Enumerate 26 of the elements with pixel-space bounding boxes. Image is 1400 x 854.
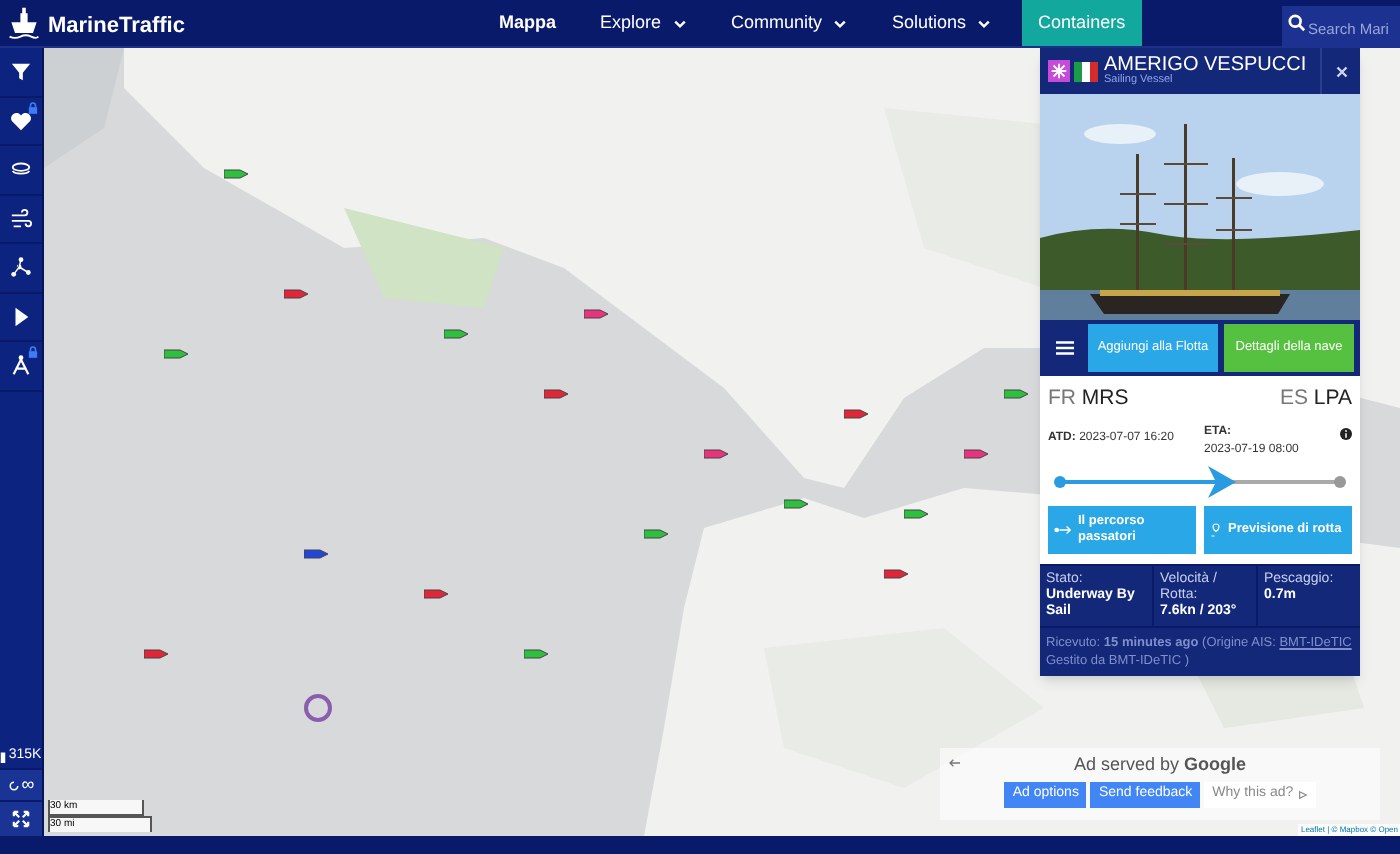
caret-icon (671, 15, 687, 31)
search-icon (1288, 13, 1306, 31)
wind-icon (10, 207, 32, 230)
nav-link[interactable]: Community (709, 0, 871, 46)
filter-icon (10, 60, 32, 83)
nav-link[interactable]: Solutions (870, 0, 1015, 46)
lock-icon (28, 346, 38, 358)
lock-icon (28, 101, 38, 113)
caret-icon (832, 15, 849, 31)
play-icon (10, 305, 32, 328)
nav-link[interactable]: Mappa (476, 0, 578, 46)
network-icon (10, 256, 32, 279)
fullscreen-button[interactable] (0, 800, 42, 836)
nav-link[interactable]: Containers (1022, 0, 1142, 46)
caret-icon (976, 15, 993, 31)
sidebar-tool-button[interactable] (0, 97, 42, 146)
logo-text[interactable]: MarineTraffic (48, 10, 185, 44)
battery-icon (0, 749, 7, 763)
logo-icon[interactable] (6, 5, 42, 41)
loop-button[interactable]: ∞ (0, 768, 42, 800)
refresh-icon (7, 779, 20, 791)
nav-link[interactable]: Explore (577, 0, 709, 46)
sidebar-tool-button[interactable] (0, 342, 42, 391)
heart-icon (10, 109, 32, 132)
compass-icon (10, 354, 32, 377)
expand-icon (12, 810, 30, 828)
